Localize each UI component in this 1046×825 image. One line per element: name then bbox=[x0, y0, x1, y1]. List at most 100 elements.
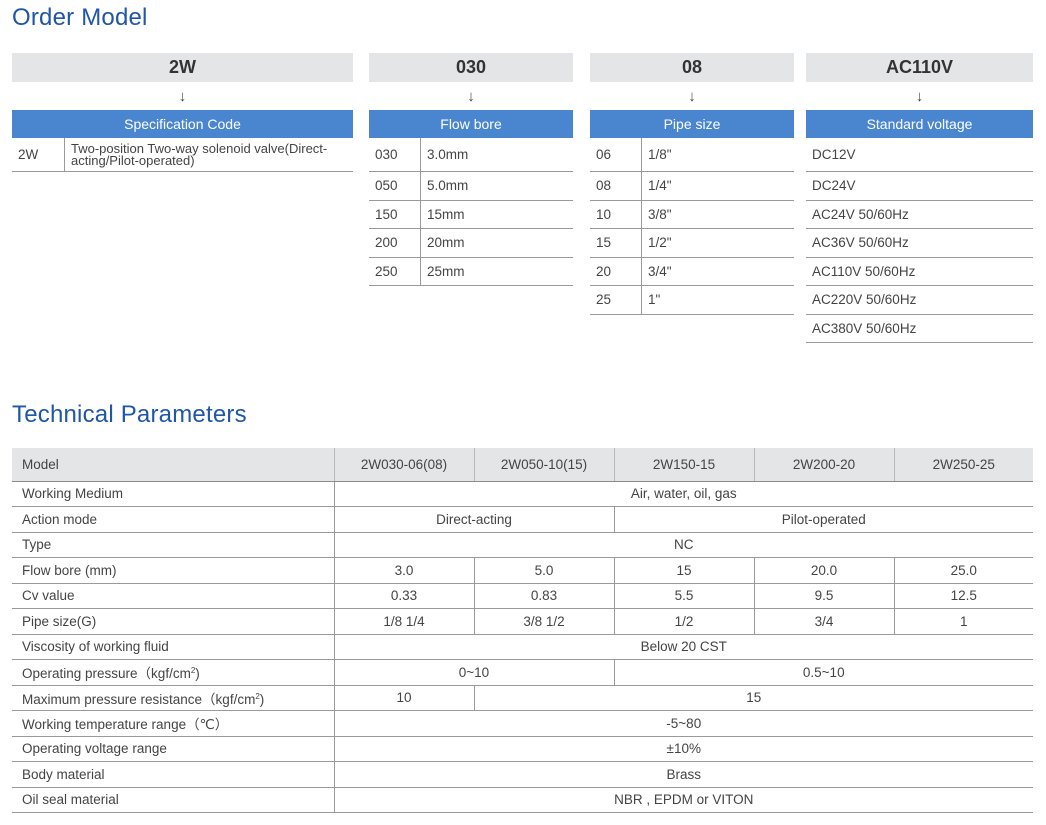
row-value: 15 bbox=[473, 685, 1033, 711]
row-label: Type bbox=[12, 532, 334, 558]
table-row: Viscosity of working fluid Below 20 CST bbox=[12, 634, 1033, 660]
list-item: 250 25mm bbox=[369, 257, 573, 286]
row-value: Below 20 CST bbox=[333, 634, 1033, 660]
row-label: Working Medium bbox=[12, 481, 334, 507]
table-row: Operating voltage range ±10% bbox=[12, 736, 1033, 762]
row-value: 0.83 bbox=[473, 583, 614, 609]
model-header-cell: 2W150-15 bbox=[613, 448, 754, 482]
row-value: 1/8 1/4 bbox=[333, 608, 474, 635]
list-item: 2W Two-position Two-way solenoid valve(Di… bbox=[12, 138, 353, 172]
option-value: AC220V 50/60Hz bbox=[812, 292, 917, 308]
option-code: 2W bbox=[18, 147, 39, 162]
row-value: NBR , EPDM or VITON bbox=[333, 787, 1033, 813]
model-header-cell: 2W050-10(15) bbox=[473, 448, 614, 482]
row-value: 20.0 bbox=[753, 557, 894, 584]
row-value: 12.5 bbox=[893, 583, 1033, 609]
down-arrow-icon: ↓ bbox=[688, 87, 696, 105]
model-header-cell: 2W250-25 bbox=[893, 448, 1033, 482]
option-value: 15mm bbox=[420, 200, 573, 228]
option-value: 1" bbox=[641, 286, 794, 314]
table-header-row: Model 2W030-06(08) 2W050-10(15) 2W150-15… bbox=[12, 448, 1033, 482]
row-label: Operating pressure（kgf/cm2) bbox=[12, 659, 334, 686]
row-value: 10 bbox=[333, 685, 474, 711]
flow-bore-code-box: 030 bbox=[369, 53, 573, 82]
option-code: 08 bbox=[596, 178, 612, 194]
row-value: 3.0 bbox=[333, 557, 474, 584]
option-value: 3.0mm bbox=[420, 138, 573, 171]
row-label: Body material bbox=[12, 761, 334, 788]
list-item: AC36V 50/60Hz bbox=[806, 229, 1033, 258]
option-value: 3/4" bbox=[641, 257, 794, 285]
row-value: Brass bbox=[333, 761, 1033, 788]
list-item: 08 1/4" bbox=[590, 172, 794, 201]
pipe-size-column: 08 ↓ Pipe size 06 1/8" 08 1/4" 10 3/8" 15 1/2" 2… bbox=[590, 53, 794, 315]
option-value: AC110V 50/60Hz bbox=[812, 263, 916, 279]
list-item: 06 1/8" bbox=[590, 138, 794, 172]
table-row: Type NC bbox=[12, 532, 1033, 558]
down-arrow-icon: ↓ bbox=[178, 87, 187, 105]
table-row: Working temperature range（℃） -5~80 bbox=[12, 710, 1033, 737]
option-value: 5.0mm bbox=[420, 172, 573, 200]
row-value: 3/4 bbox=[753, 608, 894, 635]
model-header-cell: 2W030-06(08) bbox=[333, 448, 474, 482]
list-item: AC380V 50/60Hz bbox=[806, 315, 1033, 343]
row-value: 0.5~10 bbox=[613, 659, 1033, 686]
option-code: 06 bbox=[596, 147, 612, 162]
model-header-label: Model bbox=[12, 448, 334, 482]
option-value: 1/8" bbox=[641, 138, 794, 171]
list-item: AC110V 50/60Hz bbox=[806, 258, 1033, 286]
row-value: ±10% bbox=[333, 736, 1033, 762]
row-value: Pilot-operated bbox=[613, 506, 1033, 533]
flow-bore-column: 030 ↓ Flow bore 030 3.0mm 050 5.0mm 150 15mm 2… bbox=[369, 53, 573, 286]
voltage-rows: DC12V DC24V AC24V 50/60Hz AC36V 50/60Hz AC11… bbox=[806, 138, 1033, 343]
row-label-text: ) bbox=[259, 691, 265, 707]
option-value: 25mm bbox=[420, 257, 573, 285]
flow-bore-rows: 030 3.0mm 050 5.0mm 150 15mm 200 20mm 250 25mm bbox=[369, 138, 573, 286]
list-item: 10 3/8" bbox=[590, 200, 794, 229]
option-code: 15 bbox=[596, 235, 612, 251]
list-item: 200 20mm bbox=[369, 229, 573, 258]
list-item: AC24V 50/60Hz bbox=[806, 201, 1033, 229]
pipe-size-rows: 06 1/8" 08 1/4" 10 3/8" 15 1/2" 20 3/4" 25 1" bbox=[590, 138, 794, 315]
row-label: Cv value bbox=[12, 583, 334, 609]
row-value: 3/8 1/2 bbox=[473, 608, 614, 635]
pipe-size-header: Pipe size bbox=[590, 110, 794, 138]
spec-code-column: 2W ↓ Specification Code 2W Two-position T… bbox=[12, 53, 353, 172]
option-value: AC24V 50/60Hz bbox=[812, 206, 909, 222]
row-value: 9.5 bbox=[753, 583, 894, 609]
row-label: Oil seal material bbox=[12, 787, 334, 813]
option-code: 200 bbox=[375, 235, 398, 251]
list-item: 030 3.0mm bbox=[369, 138, 573, 172]
row-label-text: Maximum pressure resistance（kgf/cm bbox=[22, 691, 256, 707]
row-label-text: ) bbox=[195, 666, 200, 682]
row-value: 0~10 bbox=[333, 659, 614, 686]
order-model-title: Order Model bbox=[12, 4, 148, 31]
list-item: 20 3/4" bbox=[590, 257, 794, 286]
table-row: Cv value 0.33 0.83 5.5 9.5 12.5 bbox=[12, 583, 1033, 609]
list-item: DC24V bbox=[806, 172, 1033, 201]
list-item: 150 15mm bbox=[369, 200, 573, 229]
technical-parameters-title: Technical Parameters bbox=[12, 401, 247, 428]
down-arrow-icon: ↓ bbox=[915, 87, 924, 105]
voltage-code-box: AC110V bbox=[806, 53, 1033, 82]
spec-code-box: 2W bbox=[12, 53, 353, 82]
option-value: 3/8" bbox=[641, 200, 794, 228]
model-header-cell: 2W200-20 bbox=[753, 448, 894, 482]
option-code: 20 bbox=[596, 263, 612, 279]
row-label: Operating voltage range bbox=[12, 736, 334, 762]
option-value: DC24V bbox=[812, 178, 856, 194]
spec-code-header: Specification Code bbox=[12, 110, 353, 138]
table-row: Flow bore (mm) 3.0 5.0 15 20.0 25.0 bbox=[12, 557, 1033, 584]
row-value: 15 bbox=[613, 557, 754, 584]
pipe-size-code-box: 08 bbox=[590, 53, 794, 82]
option-value: AC380V 50/60Hz bbox=[812, 320, 917, 336]
option-code: 050 bbox=[375, 178, 398, 194]
row-value: NC bbox=[333, 532, 1033, 558]
option-value: 20mm bbox=[420, 229, 573, 257]
option-code: 250 bbox=[375, 263, 398, 279]
option-value: 1/4" bbox=[641, 172, 794, 200]
list-item: 050 5.0mm bbox=[369, 172, 573, 201]
row-value: 1/2 bbox=[613, 608, 754, 635]
row-label: Maximum pressure resistance（kgf/cm2) bbox=[12, 685, 334, 711]
list-item: 15 1/2" bbox=[590, 229, 794, 258]
